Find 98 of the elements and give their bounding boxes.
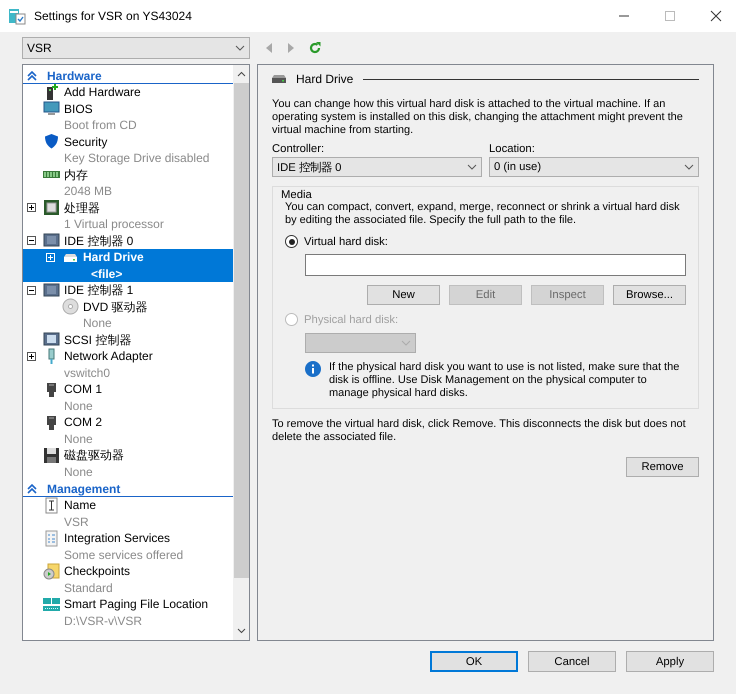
tree-item[interactable]: Security Key Storage Drive disabled xyxy=(23,134,233,166)
item-label: Checkpoints xyxy=(64,563,130,580)
item-label: Security xyxy=(64,134,108,150)
item-label: IDE 控制器 0 xyxy=(64,232,134,249)
section-header[interactable]: Management xyxy=(23,481,233,497)
dialog-button[interactable]: Cancel xyxy=(528,651,616,672)
item-detail: None xyxy=(63,464,94,480)
floppy-icon xyxy=(43,446,60,464)
item-label: Hard Drive xyxy=(83,249,144,266)
item-label: Add Hardware xyxy=(64,84,141,100)
tree-item[interactable]: Name VSR xyxy=(23,497,233,530)
item-detail: 1 Virtual processor xyxy=(63,216,165,232)
tree-item[interactable]: DVD 驱动器 None xyxy=(23,298,233,332)
remove-text: To remove the virtual hard disk, click Remove. This disconnects the disk but does not delete the associated file. xyxy=(272,418,687,444)
info-icon xyxy=(305,361,321,377)
item-label: SCSI 控制器 xyxy=(64,332,132,348)
tree-item[interactable]: 磁盘驱动器 None xyxy=(23,447,233,480)
tree-item[interactable]: Smart Paging File Location D:\VSR-v\VSR xyxy=(23,596,233,629)
action-button[interactable]: New xyxy=(367,285,440,305)
virtual-disk-radio[interactable]: Virtual hard disk: xyxy=(285,235,686,248)
section-header[interactable]: Hardware xyxy=(23,68,233,84)
item-detail: D:\VSR-v\VSR xyxy=(63,612,144,629)
panel-title: Hard Drive xyxy=(296,72,354,86)
item-label: BIOS xyxy=(64,100,93,117)
expander-icon[interactable] xyxy=(27,203,36,212)
item-detail: Key Storage Drive disabled xyxy=(63,150,210,166)
item-detail: None xyxy=(63,430,94,447)
item-detail: None xyxy=(63,398,94,414)
paging-icon xyxy=(43,596,60,613)
item-label: 磁盘驱动器 xyxy=(64,447,124,464)
field-label: Location: xyxy=(489,143,536,155)
item-detail: VSR xyxy=(63,514,90,530)
checkpoint-icon xyxy=(43,562,60,580)
tree-item[interactable]: Integration Services Some services offered xyxy=(23,530,233,563)
item-detail: Boot from CD xyxy=(63,117,138,134)
tree-item[interactable]: 内存 2048 MB xyxy=(23,166,233,200)
item-label: DVD 驱动器 xyxy=(83,298,148,315)
tree-item[interactable]: IDE 控制器 0 xyxy=(23,232,233,249)
expander-icon[interactable] xyxy=(27,286,36,295)
scsi-icon xyxy=(43,331,60,348)
item-detail: Standard xyxy=(63,580,114,596)
location-select[interactable]: 0 (in use) xyxy=(489,157,699,177)
item-detail: Some services offered xyxy=(63,546,184,563)
cpu-icon xyxy=(43,199,60,216)
field-label: Controller: xyxy=(272,143,326,155)
tree-item[interactable]: COM 1 None xyxy=(23,381,233,414)
item-detail: 2048 MB xyxy=(63,183,114,200)
tree-item[interactable]: Hard Drive <file> xyxy=(23,249,233,282)
info-text: If the physical hard disk you want to use is not listed, make sure that the disk is offline. Use Disk Management on the physical computer to manage physical hard disks. xyxy=(329,361,680,400)
hard-drive-icon xyxy=(272,75,286,83)
item-label: Name xyxy=(64,497,96,514)
dvd-icon xyxy=(62,298,79,316)
media-text: You can compact, convert, expand, merge, reconnect or shrink a virtual hard disk by editing the associated file. Specify the full path to the file. xyxy=(285,201,681,227)
tree-item[interactable]: Checkpoints Standard xyxy=(23,563,233,596)
refresh-icon[interactable] xyxy=(308,41,322,55)
tree-item[interactable]: 处理器 1 Virtual processor xyxy=(23,200,233,232)
intro-text: You can change how this virtual hard disk is attached to the virtual machine. If an operating system is installed on this disk, changing the attachment might prevent the virtual machine from starting. xyxy=(272,98,684,137)
name-icon xyxy=(43,496,60,514)
vm-select[interactable]: VSR xyxy=(22,37,250,59)
shield-icon xyxy=(43,133,60,150)
dialog-button[interactable]: OK xyxy=(430,651,518,672)
action-button[interactable]: Browse... xyxy=(613,285,686,305)
expander-icon[interactable] xyxy=(27,352,36,361)
tree-item[interactable]: COM 2 None xyxy=(23,414,233,447)
monitor-icon xyxy=(43,100,60,118)
item-label: Network Adapter xyxy=(64,348,153,364)
item-label: COM 1 xyxy=(64,381,102,398)
item-detail: None xyxy=(82,315,113,332)
window-title: Settings for VSR on YS43024 xyxy=(34,9,192,23)
item-detail: vswitch0 xyxy=(63,364,112,381)
controller-select[interactable]: IDE 控制器 0 xyxy=(272,157,482,177)
item-label: Integration Services xyxy=(64,530,170,546)
controller-icon xyxy=(43,282,60,299)
item-label: COM 2 xyxy=(64,414,102,430)
path-input[interactable] xyxy=(305,254,686,276)
dialog-button[interactable]: Apply xyxy=(626,651,714,672)
scroll-down-icon[interactable] xyxy=(236,628,246,634)
item-detail: <file> xyxy=(90,266,124,282)
tree-item[interactable]: Add Hardware xyxy=(23,84,233,100)
item-label: Smart Paging File Location xyxy=(64,596,208,612)
tree-item[interactable]: SCSI 控制器 xyxy=(23,332,233,348)
scroll-up-icon[interactable] xyxy=(236,71,246,77)
tree-item[interactable]: Network Adapter vswitch0 xyxy=(23,348,233,381)
tree-item[interactable]: IDE 控制器 1 xyxy=(23,282,233,298)
item-label: 处理器 xyxy=(64,200,100,216)
item-label: IDE 控制器 1 xyxy=(64,282,134,298)
settings-app-icon xyxy=(8,7,26,25)
item-label: 内存 xyxy=(64,166,88,183)
collapse-icon[interactable] xyxy=(27,70,37,80)
services-icon xyxy=(43,530,60,547)
tree-item[interactable]: BIOS Boot from CD xyxy=(23,100,233,134)
scrollbar[interactable] xyxy=(233,65,249,640)
group-title: Media xyxy=(281,189,313,201)
remove-button[interactable]: Remove xyxy=(626,457,699,477)
controller-icon xyxy=(43,232,60,250)
expander-icon[interactable] xyxy=(27,236,36,246)
close-icon[interactable] xyxy=(710,10,722,22)
collapse-icon[interactable] xyxy=(27,484,37,494)
